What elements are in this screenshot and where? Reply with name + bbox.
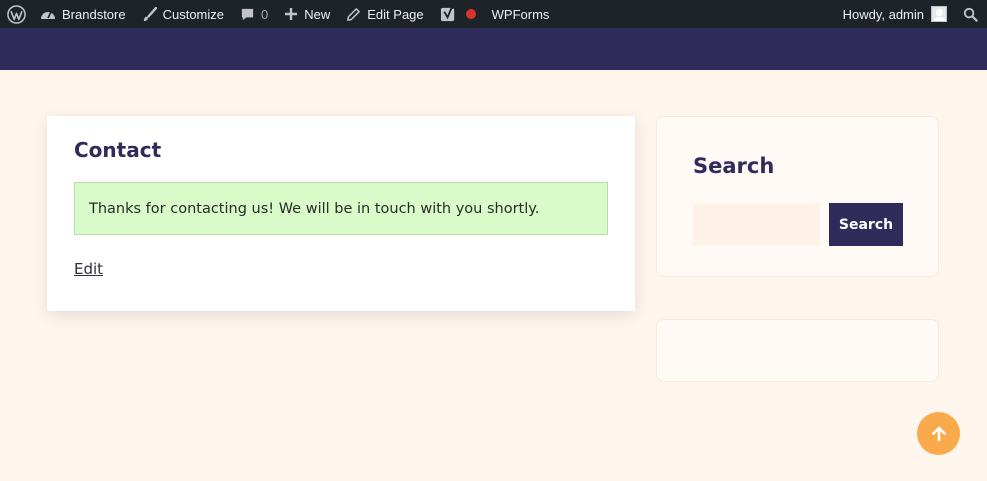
my-account-menu[interactable]: Howdy, admin	[835, 0, 955, 28]
page-title: Contact	[74, 138, 162, 162]
edit-page-menu[interactable]: Edit Page	[338, 0, 431, 28]
site-name-label: Brandstore	[62, 6, 126, 22]
comment-bubble-icon	[241, 8, 254, 20]
search-button[interactable]: Search	[829, 203, 903, 246]
wordpress-menu[interactable]	[0, 0, 32, 28]
new-label: New	[304, 6, 331, 22]
admin-bar: Brandstore Customize 0 New Edit Page WPF	[0, 0, 987, 28]
edit-page-label: Edit Page	[367, 6, 424, 22]
arrow-up-icon	[931, 426, 946, 441]
search-icon	[963, 7, 978, 22]
yoast-seo-icon	[440, 5, 456, 21]
seo-status-dot	[465, 9, 476, 19]
customize-label: Customize	[162, 6, 225, 22]
search-input[interactable]	[693, 203, 820, 246]
dashboard-gauge-icon	[41, 11, 55, 19]
admin-bar-secondary: Howdy, admin	[835, 0, 987, 28]
avatar	[931, 6, 947, 22]
customize-menu[interactable]: Customize	[134, 0, 232, 28]
site-header	[0, 28, 987, 70]
search-widget-title: Search	[693, 154, 775, 178]
content-card: Contact Thanks for contacting us! We wil…	[47, 116, 635, 311]
comments-count: 0	[261, 6, 269, 22]
sidebar-widget-empty	[656, 319, 939, 382]
back-to-top-button[interactable]	[917, 412, 960, 455]
success-notice-text: Thanks for contacting us! We will be in …	[89, 200, 540, 217]
yoast-seo-menu[interactable]	[432, 0, 484, 28]
brush-icon	[143, 6, 157, 21]
comments-menu[interactable]: 0	[232, 0, 276, 28]
howdy-text: Howdy, admin	[842, 6, 924, 22]
edit-link[interactable]: Edit	[74, 260, 103, 278]
site-name-menu[interactable]: Brandstore	[32, 0, 134, 28]
search-widget: Search Search	[656, 116, 939, 277]
wpforms-label: WPForms	[491, 6, 550, 22]
new-content-menu[interactable]: New	[276, 0, 338, 28]
admin-bar-search[interactable]	[955, 0, 987, 28]
wpforms-menu[interactable]: WPForms	[484, 0, 558, 28]
pencil-icon	[347, 7, 361, 21]
success-notice: Thanks for contacting us! We will be in …	[74, 182, 608, 235]
wordpress-logo-icon	[7, 4, 26, 24]
plus-icon	[285, 8, 298, 20]
